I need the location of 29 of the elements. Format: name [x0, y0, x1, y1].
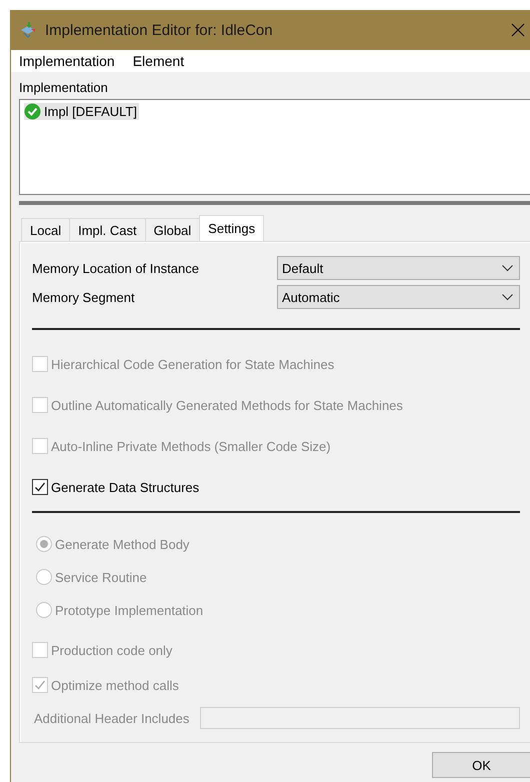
tab[interactable]: Settings	[199, 215, 264, 241]
checkbox[interactable]	[32, 479, 48, 495]
close-icon	[511, 23, 525, 37]
radio-label: Generate Method Body	[55, 536, 190, 552]
tab[interactable]: Local	[21, 218, 70, 241]
window-title: Implementation Editor for: IdleCon	[45, 22, 274, 38]
dropdown[interactable]: Default	[277, 256, 520, 280]
dropdown-label: Memory Location of Instance	[32, 260, 200, 276]
checkbox-label: Generate Data Structures	[51, 480, 200, 494]
checkbox-label: Hierarchical Code Generation for State Machines	[51, 356, 334, 372]
section-label: Implementation	[19, 80, 109, 95]
checkbox-label: Outline Automatically Generated Methods for State Machines	[51, 398, 403, 412]
dropdown[interactable]: Automatic	[277, 285, 520, 309]
field-label: Additional Header Includes	[34, 710, 190, 726]
app-icon	[19, 21, 37, 39]
menu-item[interactable]: Implementation	[19, 53, 115, 69]
tab[interactable]: Impl. Cast	[69, 218, 146, 241]
check-circle-icon	[24, 103, 41, 120]
radio-label: Service Routine	[55, 570, 147, 584]
list-item[interactable]: Impl [DEFAULT]	[24, 103, 139, 120]
chevron-down-icon	[502, 264, 513, 272]
checkbox-label: Auto-Inline Private Methods (Smaller Code Size)	[51, 438, 331, 454]
menu-item[interactable]: Element	[132, 53, 184, 69]
dropdown-label: Memory Segment	[32, 290, 136, 304]
radio-label: Prototype Implementation	[55, 602, 204, 618]
ok-button[interactable]: OK	[432, 752, 530, 778]
checkbox-label: Optimize method calls	[51, 678, 179, 692]
chevron-down-icon	[502, 294, 513, 300]
checkbox-label: Production code only	[51, 642, 172, 658]
